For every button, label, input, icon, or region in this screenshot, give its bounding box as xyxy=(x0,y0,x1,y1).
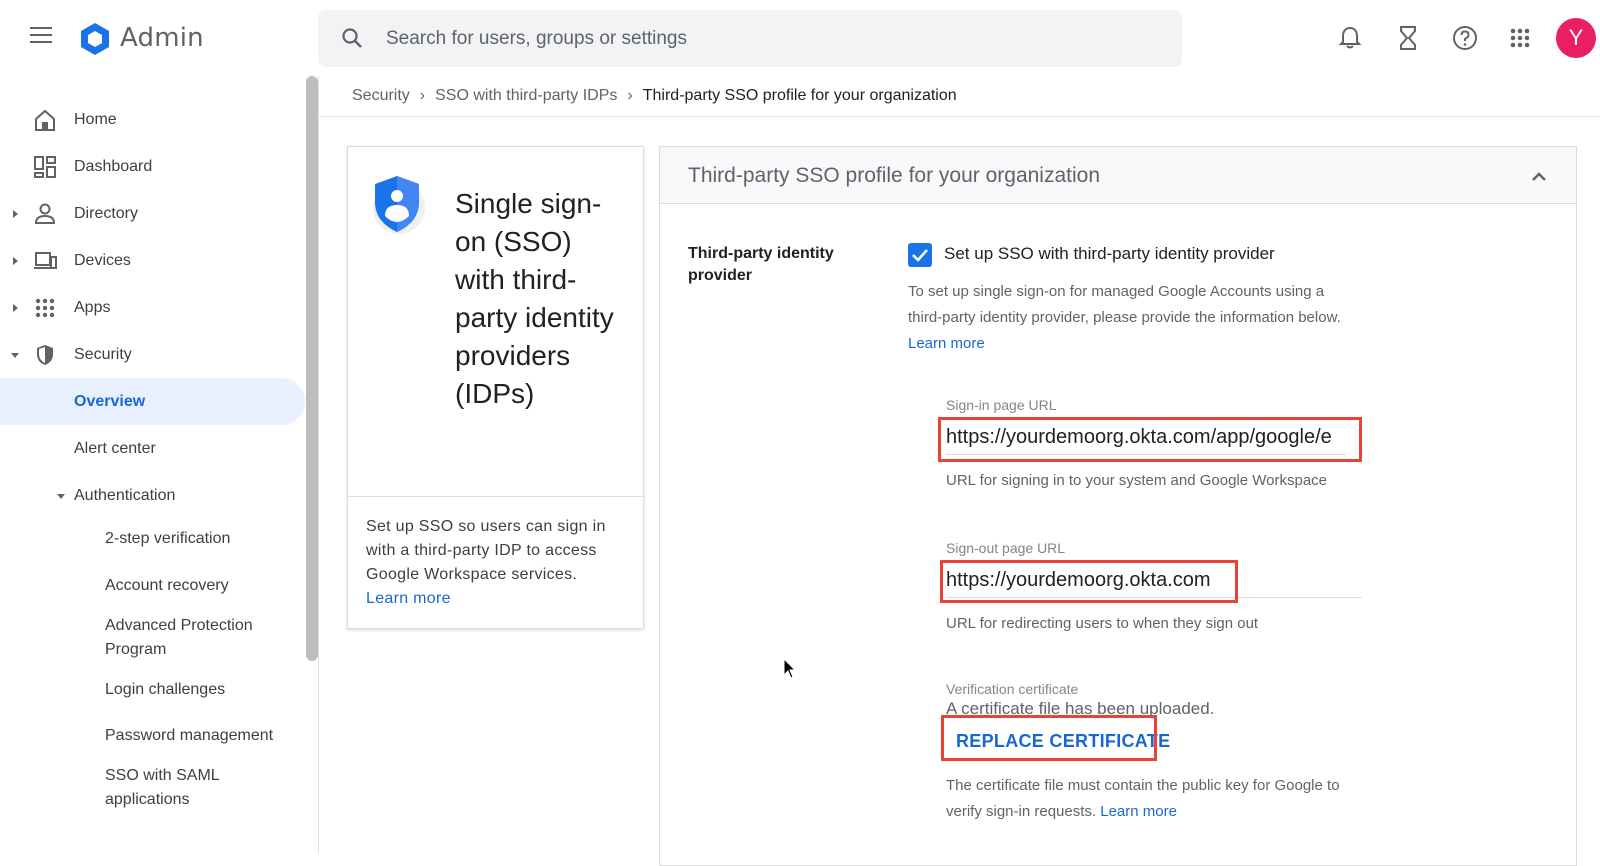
sso-profile-panel: Third-party SSO profile for your organiz… xyxy=(659,146,1577,866)
certificate-learn-more-link[interactable]: Learn more xyxy=(1100,803,1177,820)
check-icon xyxy=(912,249,928,262)
help-icon[interactable] xyxy=(1451,24,1479,52)
collapse-arrow-icon[interactable] xyxy=(56,491,66,501)
sidebar-item-account-recovery[interactable]: Account recovery xyxy=(105,574,305,598)
expand-arrow-icon[interactable] xyxy=(10,256,20,266)
sign-in-url-hint: URL for signing in to your system and Go… xyxy=(946,472,1328,489)
apps-grid-icon xyxy=(35,298,55,317)
certificate-label: Verification certificate xyxy=(946,681,1079,697)
shield-icon xyxy=(37,344,53,365)
sidebar-item-label: Dashboard xyxy=(74,157,153,175)
section-label: Third-party identity provider xyxy=(688,245,834,284)
panel-title: Third-party SSO profile for your organiz… xyxy=(688,164,1101,187)
sign-in-url-label: Sign-in page URL xyxy=(946,397,1057,413)
info-card-text: Set up SSO so users can sign in with a t… xyxy=(366,518,606,583)
person-icon xyxy=(34,203,56,224)
sidebar-item-2-step-verification[interactable]: 2-step verification xyxy=(105,527,305,551)
home-icon xyxy=(35,109,55,131)
help-text-body: To set up single sign-on for managed Goo… xyxy=(908,283,1341,326)
sidebar-item-label: Alert center xyxy=(74,439,156,457)
admin-logo-icon xyxy=(81,23,109,55)
expand-arrow-icon[interactable] xyxy=(10,209,20,219)
chevron-right-icon: › xyxy=(419,87,426,104)
sidebar-item-login-challenges[interactable]: Login challenges xyxy=(105,678,305,702)
sidebar-item-advanced-protection[interactable]: Advanced Protection Program xyxy=(105,614,285,662)
top-bar: Admin Y xyxy=(0,0,1600,76)
sidebar-item-label: Apps xyxy=(74,298,111,316)
sidebar-item-dashboard[interactable]: Dashboard xyxy=(0,143,305,190)
breadcrumb-sso-idps[interactable]: SSO with third-party IDPs xyxy=(435,87,617,105)
search-input[interactable] xyxy=(386,10,1146,67)
sidebar-item-label: Home xyxy=(74,110,117,128)
security-shield-icon xyxy=(373,176,425,234)
sidebar-item-home[interactable]: Home xyxy=(0,96,305,143)
breadcrumb: Security › SSO with third-party IDPs › T… xyxy=(352,84,957,108)
notifications-bell-icon[interactable] xyxy=(1336,24,1364,52)
sidebar-item-overview[interactable]: Overview xyxy=(0,378,305,425)
sidebar-item-label: Security xyxy=(74,345,132,363)
breadcrumb-security[interactable]: Security xyxy=(352,87,410,105)
hourglass-icon[interactable] xyxy=(1394,24,1422,52)
sidebar: Home Dashboard Directory Devices Apps Se… xyxy=(0,76,318,853)
collapse-arrow-icon[interactable] xyxy=(10,350,20,360)
breadcrumb-current: Third-party SSO profile for your organiz… xyxy=(642,87,957,104)
sidebar-item-sso-saml[interactable]: SSO with SAML applications xyxy=(105,764,255,812)
menu-icon[interactable] xyxy=(30,27,54,47)
mouse-cursor-icon xyxy=(783,658,797,679)
sidebar-item-security[interactable]: Security xyxy=(0,331,305,378)
info-card: Single sign-on (SSO) with third-party id… xyxy=(347,146,644,629)
checkbox-label: Set up SSO with third-party identity pro… xyxy=(944,244,1275,263)
chevron-right-icon: › xyxy=(627,87,633,104)
info-card-divider xyxy=(348,496,643,497)
sign-out-url-label: Sign-out page URL xyxy=(946,540,1066,556)
sidebar-item-label: Directory xyxy=(74,204,139,222)
sign-out-highlight xyxy=(940,560,1238,603)
header-divider xyxy=(318,116,1600,117)
sign-out-url-hint: URL for redirecting users to when they s… xyxy=(946,615,1259,632)
sidebar-item-label: Devices xyxy=(74,251,131,269)
chevron-up-icon[interactable] xyxy=(1530,169,1548,183)
sidebar-item-apps[interactable]: Apps xyxy=(0,284,305,331)
app-title: Admin xyxy=(120,23,204,53)
info-card-title: Single sign-on (SSO) with third-party id… xyxy=(455,188,614,409)
replace-certificate-highlight xyxy=(941,715,1157,761)
avatar[interactable]: Y xyxy=(1556,18,1596,58)
search-icon[interactable] xyxy=(340,26,364,50)
sidebar-scrollbar[interactable] xyxy=(306,76,318,661)
apps-launcher-icon[interactable] xyxy=(1506,24,1534,52)
help-text: To set up single sign-on for managed Goo… xyxy=(908,279,1348,357)
help-learn-more-link[interactable]: Learn more xyxy=(908,335,985,352)
sidebar-divider xyxy=(318,76,319,853)
expand-arrow-icon[interactable] xyxy=(10,303,20,313)
info-card-description: Set up SSO so users can sign in with a t… xyxy=(366,515,628,611)
sidebar-item-label: Overview xyxy=(74,392,146,410)
sidebar-item-directory[interactable]: Directory xyxy=(0,190,305,237)
devices-icon xyxy=(34,251,57,269)
sidebar-item-devices[interactable]: Devices xyxy=(0,237,305,284)
dashboard-icon xyxy=(34,155,56,178)
certificate-help: The certificate file must contain the pu… xyxy=(946,773,1366,825)
panel-header[interactable]: Third-party SSO profile for your organiz… xyxy=(660,147,1576,204)
sidebar-item-password-management[interactable]: Password management xyxy=(105,724,305,748)
sidebar-item-alert-center[interactable]: Alert center xyxy=(0,425,305,472)
search-bar[interactable] xyxy=(318,10,1182,67)
sidebar-item-authentication[interactable]: Authentication xyxy=(0,472,305,519)
sso-checkbox[interactable] xyxy=(908,243,932,267)
sidebar-item-label: Authentication xyxy=(74,486,176,504)
learn-more-link[interactable]: Learn more xyxy=(366,590,451,607)
sign-in-highlight xyxy=(938,417,1362,462)
